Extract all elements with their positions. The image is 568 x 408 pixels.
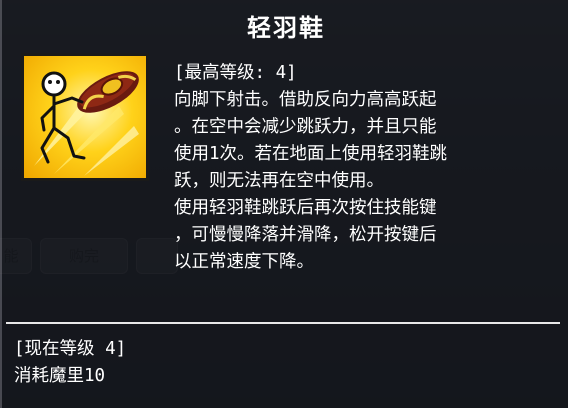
- mp-cost-label: 消耗魔里10: [14, 366, 106, 386]
- skill-description: [最高等级: 4] 向脚下射击。借助反向力高高跃起 。在空中会减少跳跃力，并且只…: [174, 60, 566, 276]
- skill-tooltip: 轻羽鞋 [最高等级: 4] 向脚下射击。借助反向力高高跃起 。在空中会减少跳跃力…: [0, 0, 568, 408]
- current-level-label: [现在等级 4]: [14, 339, 127, 359]
- description-line: ，可慢慢降落并滑降，松开按键后: [174, 225, 437, 245]
- current-level-section: [现在等级 4] 消耗魔里10: [14, 336, 126, 390]
- description-line: 。在空中会减少跳跃力，并且只能: [174, 117, 437, 137]
- jumping-figure-icon: [24, 56, 146, 178]
- max-level-label: [最高等级: 4]: [174, 63, 297, 83]
- description-line: 以正常速度下降。: [174, 252, 314, 272]
- divider: [6, 322, 560, 324]
- game-scene: 能 购完 轻羽鞋: [0, 0, 568, 408]
- skill-icon-frame: [21, 53, 149, 181]
- description-line: 使用1次。若在地面上使用轻羽鞋跳: [174, 144, 448, 164]
- description-line: 使用轻羽鞋跳跃后再次按住技能键: [174, 198, 437, 218]
- skill-name: 轻羽鞋: [247, 14, 325, 42]
- description-line: 向脚下射击。借助反向力高高跃起: [174, 90, 437, 110]
- description-line: 跃，则无法再在空中使用。: [174, 171, 384, 191]
